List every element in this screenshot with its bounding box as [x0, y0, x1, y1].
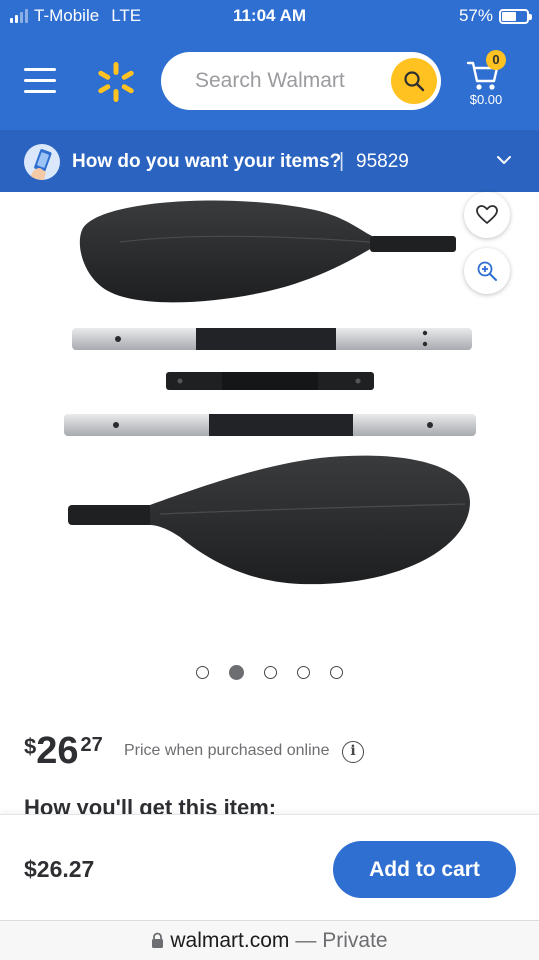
battery-icon [499, 8, 532, 24]
carousel-indicator [0, 662, 539, 682]
delivery-selector[interactable]: How do you want your items? | 95829 [0, 130, 539, 192]
zoom-button[interactable] [464, 248, 510, 294]
carousel-dot[interactable] [330, 665, 343, 679]
kayak-paddle-image [64, 200, 476, 585]
cart-total: $0.00 [469, 92, 503, 107]
lock-icon [152, 932, 164, 948]
cart-button[interactable]: 0 $0.00 [462, 50, 514, 112]
browser-url-bar[interactable]: walmart.com — Private [0, 920, 539, 960]
favorite-button[interactable] [464, 192, 510, 238]
search-icon [404, 71, 425, 92]
product-price: $ 26 27 [24, 730, 103, 772]
price-dollars: 26 [36, 730, 79, 772]
private-mode-label: — Private [295, 928, 388, 952]
battery-fill [502, 11, 516, 21]
sticky-add-to-cart-bar: $26.27 Add to cart [0, 814, 539, 920]
search-input[interactable] [195, 52, 375, 110]
info-icon[interactable]: i [342, 741, 364, 763]
carousel-dot[interactable] [264, 665, 277, 679]
add-to-cart-button[interactable]: Add to cart [333, 841, 516, 898]
cart-count-badge: 0 [486, 50, 506, 70]
price-note: Price when purchased online [124, 742, 330, 759]
carousel-dot-active[interactable] [229, 664, 244, 680]
hamburger-menu-icon[interactable] [24, 68, 56, 94]
sticky-price: $26.27 [24, 856, 95, 882]
battery-percent: 57% [458, 6, 493, 25]
carousel-dot[interactable] [196, 665, 209, 679]
chevron-down-icon[interactable] [496, 154, 512, 166]
zoom-in-icon [477, 261, 497, 281]
delivery-question: How do you want your items? [72, 151, 342, 172]
search-button[interactable] [391, 58, 437, 104]
app-header: 0 $0.00 [0, 32, 539, 130]
price-currency: $ [24, 734, 37, 759]
delivery-separator: | [339, 150, 345, 172]
carousel-dot[interactable] [297, 665, 310, 679]
product-image-carousel[interactable] [0, 192, 539, 652]
url-domain: walmart.com [170, 928, 290, 952]
status-right: 57% [458, 6, 532, 26]
phone-delivery-icon [24, 144, 60, 180]
walmart-spark-logo-icon[interactable] [94, 60, 138, 104]
price-cents: 27 [80, 734, 103, 756]
heart-icon [476, 205, 498, 224]
status-bar: T-Mobile LTE 11:04 AM 57% [0, 0, 539, 32]
search-bar [161, 52, 441, 110]
zip-code: 95829 [356, 151, 409, 172]
